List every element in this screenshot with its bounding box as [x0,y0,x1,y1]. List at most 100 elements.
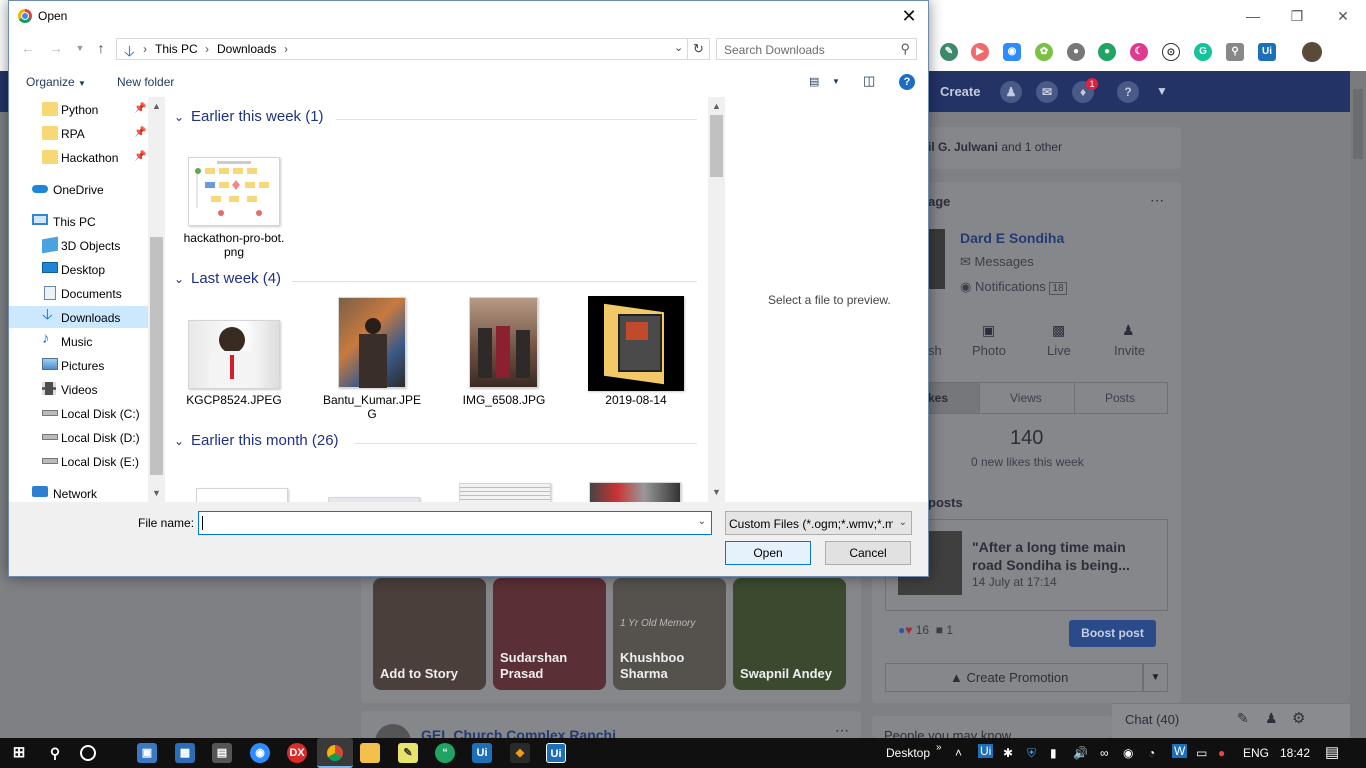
file-thumbnail[interactable] [338,297,406,388]
search-input[interactable]: Search Downloads [724,43,825,57]
cortana-icon[interactable] [80,745,96,761]
show-hidden-icons[interactable]: ˄ [955,746,962,760]
file-name[interactable]: IMG_6508.JPG [452,393,556,407]
vpn-tray-icon[interactable]: ◉ [1123,746,1133,760]
battery-tray-icon[interactable]: ▮ [1050,746,1057,760]
file-name[interactable]: Bantu_Kumar.JPEG [320,393,424,421]
file-type-select[interactable]: Custom Files (*.ogm;*.wmv;*.m ⌄ [725,511,912,535]
chrome-tray-icon[interactable]: ● [1218,746,1225,760]
notifications-label[interactable]: Notifications [975,279,1046,294]
nav-item-python[interactable]: Python 📌 [9,98,148,120]
circle-extension-icon[interactable]: ● [1067,43,1085,61]
likes-tab[interactable]: kes [928,391,948,405]
story-item[interactable]: 1 Yr Old Memory Khushboo Sharma [613,578,726,690]
code-extension-icon[interactable]: ⊙ [1162,43,1180,61]
views-tab[interactable]: Views [1010,391,1042,405]
uipath-extension-icon[interactable]: Ui [1258,43,1276,61]
wave-tray-icon[interactable]: W [1172,744,1188,758]
nav-item-videos[interactable]: Videos [9,378,148,400]
notepad-icon[interactable]: ✎ [398,743,418,763]
uipath-studio-icon[interactable]: Ui [472,743,492,763]
help-icon[interactable]: ? [899,74,915,90]
file-name-input[interactable]: ⌄ [198,511,712,535]
file-thumbnail[interactable] [196,488,288,502]
up-arrow-icon[interactable]: ↑ [92,39,110,57]
leaf-extension-icon[interactable]: ✿ [1035,43,1053,61]
create-promotion-label[interactable]: Create Promotion [967,670,1069,685]
file-type-dropdown-icon[interactable]: ⌄ [899,517,907,528]
shield-tray-icon[interactable]: ⛨ [1027,746,1036,761]
wifi-icon[interactable]: ◔ [1148,746,1155,760]
scroll-up-icon[interactable]: ▲ [708,101,725,111]
nav-item-music[interactable]: ♪ Music [9,330,148,352]
post-title[interactable]: "After a long time main road Sondiha is … [972,538,1158,574]
collapse-chevron-icon[interactable]: ⌄ [174,272,188,286]
boost-post-button[interactable]: Boost post [1069,620,1156,647]
scroll-down-icon[interactable]: ▼ [708,487,725,497]
power-tray-icon[interactable]: ▭ [1196,746,1207,760]
search-extension-icon[interactable]: ⚲ [1226,43,1244,61]
promotion-dropdown-icon[interactable]: ▼ [1143,663,1168,692]
moon-extension-icon[interactable]: ☾ [1130,43,1148,61]
organize-menu[interactable]: Organize ▼ [26,75,86,89]
settings-gear-icon[interactable]: ⚙ [1292,709,1305,727]
change-view-icon[interactable]: ▤ [809,75,819,88]
activity-rest[interactable]: and 1 other [1001,140,1062,154]
view-options-chevron-icon[interactable]: ▼ [832,77,840,86]
slack-tray-icon[interactable]: ✱ [1003,746,1013,760]
group-header[interactable]: ⌄ Last week (4) [174,270,281,287]
nav-item-local-disk-c[interactable]: Local Disk (C:) [9,402,148,424]
recent-locations-chevron-icon[interactable]: ▼ [71,39,89,57]
hangouts-icon[interactable]: “ [435,743,455,763]
back-arrow-icon[interactable]: ← [19,39,37,57]
search-box[interactable]: Search Downloads ⚲ [716,38,917,60]
posts-tab[interactable]: Posts [1105,391,1135,405]
network-manager-icon[interactable]: ▣ [137,743,157,763]
messenger-icon[interactable]: ✉ [1036,81,1058,103]
address-dropdown-icon[interactable]: ⌄ [674,41,683,54]
page-name[interactable]: Dard E Sondiha [960,230,1064,246]
remote-desktop-icon[interactable]: ▩ [175,743,195,763]
story-add[interactable]: Add to Story [373,578,486,690]
restore-icon[interactable]: ❐ [1274,6,1320,26]
feed-more-icon[interactable]: ⋯ [835,722,849,739]
link-tray-icon[interactable]: ∞ [1100,746,1109,760]
nav-item-local-disk-d[interactable]: Local Disk (D:) [9,426,148,448]
nav-item-hackathon[interactable]: Hackathon 📌 [9,146,148,168]
browser-close-icon[interactable]: ✕ [1320,6,1366,26]
account-menu-chevron-icon[interactable]: ▼ [1156,84,1168,98]
dx-app-icon[interactable]: DX [287,743,307,763]
nav-item-rpa[interactable]: RPA 📌 [9,122,148,144]
monitor-app-icon[interactable]: ▤ [212,743,232,763]
nav-item-onedrive[interactable]: OneDrive [9,178,148,200]
forward-arrow-icon[interactable]: → [47,39,65,57]
nav-item-pictures[interactable]: Pictures [9,354,148,376]
share-extension-icon[interactable]: ▶ [971,43,989,61]
group-icon[interactable]: ♟ [1265,710,1278,727]
windows-start-icon[interactable]: ⊞ [9,743,29,763]
new-folder-button[interactable]: New folder [117,75,174,89]
language-indicator[interactable]: ENG [1243,746,1269,760]
file-thumbnail[interactable] [188,320,280,389]
file-explorer-icon[interactable] [360,743,380,763]
preview-pane-icon[interactable]: ◫ [863,73,875,89]
open-button[interactable]: Open [725,541,811,565]
page-scrollbar[interactable] [1350,71,1366,738]
nav-item-network[interactable]: Network [9,482,148,502]
breadcrumb-sep-icon[interactable]: › [205,42,209,56]
nav-item-this-pc[interactable]: This PC [9,210,148,232]
file-thumbnail[interactable] [589,482,681,502]
file-list-scroll-thumb[interactable] [710,115,723,177]
file-name[interactable]: 2019-08-14 [584,393,688,407]
eyedropper-extension-icon[interactable]: ✎ [940,43,958,61]
help-icon[interactable]: ? [1117,81,1139,103]
toolbar-chevron-icon[interactable]: » [936,742,942,753]
dialog-close-icon[interactable]: ✕ [899,7,919,27]
messages-label[interactable]: Messages [975,254,1034,269]
file-list-scrollbar[interactable]: ▲ ▼ [708,97,725,502]
file-name-dropdown-icon[interactable]: ⌄ [698,516,706,527]
activity-names[interactable]: il G. Julwani [928,140,998,154]
file-name[interactable]: KGCP8524.JPEG [182,393,286,407]
cancel-button[interactable]: Cancel [825,541,911,565]
folder-thumbnail[interactable] [588,296,684,391]
